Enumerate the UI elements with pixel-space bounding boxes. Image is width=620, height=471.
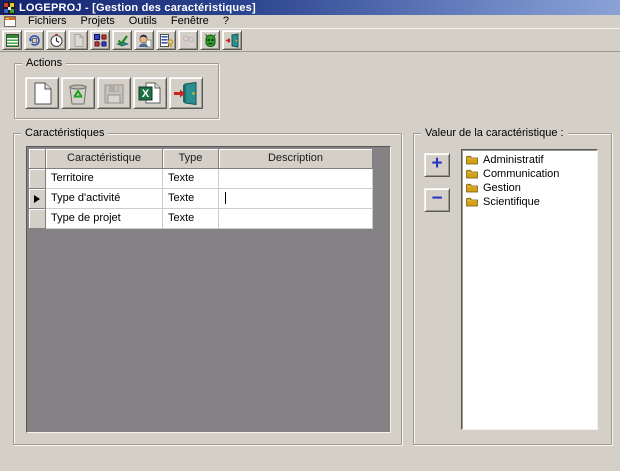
folder-icon <box>466 197 478 207</box>
characteristics-groupbox: Caractéristiques Caractéristique Type De… <box>13 133 402 445</box>
menu-fenetre[interactable]: Fenêtre <box>164 15 216 28</box>
access-key-list-icon <box>159 33 174 48</box>
remove-value-button[interactable]: − <box>424 188 450 212</box>
new-button[interactable] <box>25 77 59 109</box>
save-button-disabled[interactable] <box>97 77 131 109</box>
app-logo-icon <box>3 2 15 14</box>
floppy-disk-icon <box>101 81 127 106</box>
current-row-arrow-icon <box>34 195 40 203</box>
characteristics-grid[interactable]: Caractéristique Type Description Territo… <box>26 146 391 433</box>
cell-type[interactable]: Texte <box>163 189 219 209</box>
robot-icon <box>203 33 218 48</box>
exit-door-icon <box>173 81 199 106</box>
toolbar-users-disabled-button[interactable] <box>178 30 198 50</box>
menu-bar: Fichiers Projets Outils Fenêtre ? <box>0 15 620 28</box>
validate-check-icon <box>115 33 130 48</box>
column-header-caracteristique: Caractéristique <box>46 149 163 169</box>
values-groupbox: Valeur de la caractéristique : + − Admin… <box>413 133 612 445</box>
toolbar-user-button[interactable] <box>134 30 154 50</box>
folder-icon <box>466 169 478 179</box>
application-window: LOGEPROJ - [Gestion des caractéristiques… <box>0 0 620 471</box>
menu-outils[interactable]: Outils <box>122 15 164 28</box>
clock-icon <box>49 33 64 48</box>
cell-caracteristique[interactable]: Type d'activité <box>46 189 163 209</box>
delete-button[interactable] <box>61 77 95 109</box>
recycle-bin-icon <box>65 81 91 106</box>
list-item-communication[interactable]: Communication <box>466 167 597 181</box>
table-row[interactable]: Type de projet Texte <box>29 209 373 229</box>
toolbar-exit-button[interactable] <box>222 30 242 50</box>
user-icon <box>137 33 152 48</box>
row-selector[interactable] <box>29 169 46 189</box>
menu-projets[interactable]: Projets <box>74 15 122 28</box>
actions-label: Actions <box>22 57 66 69</box>
toolbar-characteristics-button[interactable] <box>2 30 22 50</box>
cell-type[interactable]: Texte <box>163 209 219 229</box>
toolbar-robot-button[interactable] <box>200 30 220 50</box>
menu-fichiers[interactable]: Fichiers <box>21 15 74 28</box>
cell-description[interactable] <box>219 169 373 189</box>
table-row-current[interactable]: Type d'activité Texte <box>29 189 373 209</box>
excel-document-icon: X <box>137 81 163 106</box>
form-window-icon[interactable] <box>4 16 16 27</box>
toolbar <box>0 28 620 52</box>
cell-caracteristique[interactable]: Territoire <box>46 169 163 189</box>
new-document-disabled-icon <box>71 33 86 48</box>
toolbar-clock-button[interactable] <box>46 30 66 50</box>
toolbar-access-keys-button[interactable] <box>156 30 176 50</box>
cell-type[interactable]: Texte <box>163 169 219 189</box>
client-area: Actions <box>0 52 620 471</box>
characteristics-table: Caractéristique Type Description Territo… <box>29 149 373 229</box>
actions-groupbox: Actions <box>14 63 219 119</box>
values-label: Valeur de la caractéristique : <box>421 127 568 139</box>
row-selector[interactable] <box>29 209 46 229</box>
toolbar-refresh-projects-button[interactable] <box>24 30 44 50</box>
list-item-administratif[interactable]: Administratif <box>466 153 597 167</box>
menu-aide[interactable]: ? <box>216 15 236 28</box>
toolbar-diagram-button[interactable] <box>90 30 110 50</box>
characteristics-label: Caractéristiques <box>21 127 108 139</box>
list-item-gestion[interactable]: Gestion <box>466 181 597 195</box>
window-title: LOGEPROJ - [Gestion des caractéristiques… <box>19 2 256 14</box>
actions-button-row: X <box>25 77 203 109</box>
cell-description[interactable] <box>219 209 373 229</box>
new-document-icon <box>29 81 55 106</box>
quit-button[interactable] <box>169 77 203 109</box>
toolbar-validate-button[interactable] <box>112 30 132 50</box>
header-selector-cell <box>29 149 46 169</box>
svg-text:X: X <box>142 88 150 100</box>
text-caret <box>225 192 226 204</box>
title-bar[interactable]: LOGEPROJ - [Gestion des caractéristiques… <box>0 0 620 15</box>
refresh-projects-icon <box>27 33 42 48</box>
export-excel-button[interactable]: X <box>133 77 167 109</box>
characteristics-table-icon <box>5 33 20 48</box>
cell-caracteristique[interactable]: Type de projet <box>46 209 163 229</box>
toolbar-new-disabled-button[interactable] <box>68 30 88 50</box>
users-disabled-icon <box>181 33 196 48</box>
list-item-scientifique[interactable]: Scientifique <box>466 195 597 209</box>
column-header-type: Type <box>163 149 219 169</box>
exit-door-icon <box>225 33 240 48</box>
row-selector-current[interactable] <box>29 189 46 209</box>
folder-icon <box>466 183 478 193</box>
add-value-button[interactable]: + <box>424 153 450 177</box>
diagram-nodes-icon <box>93 33 108 48</box>
cell-description-editing[interactable] <box>219 189 373 209</box>
folder-icon <box>466 155 478 165</box>
table-header-row: Caractéristique Type Description <box>29 149 373 169</box>
values-listbox[interactable]: Administratif Communication Gestion <box>461 149 598 430</box>
column-header-description: Description <box>219 149 373 169</box>
table-row[interactable]: Territoire Texte <box>29 169 373 189</box>
